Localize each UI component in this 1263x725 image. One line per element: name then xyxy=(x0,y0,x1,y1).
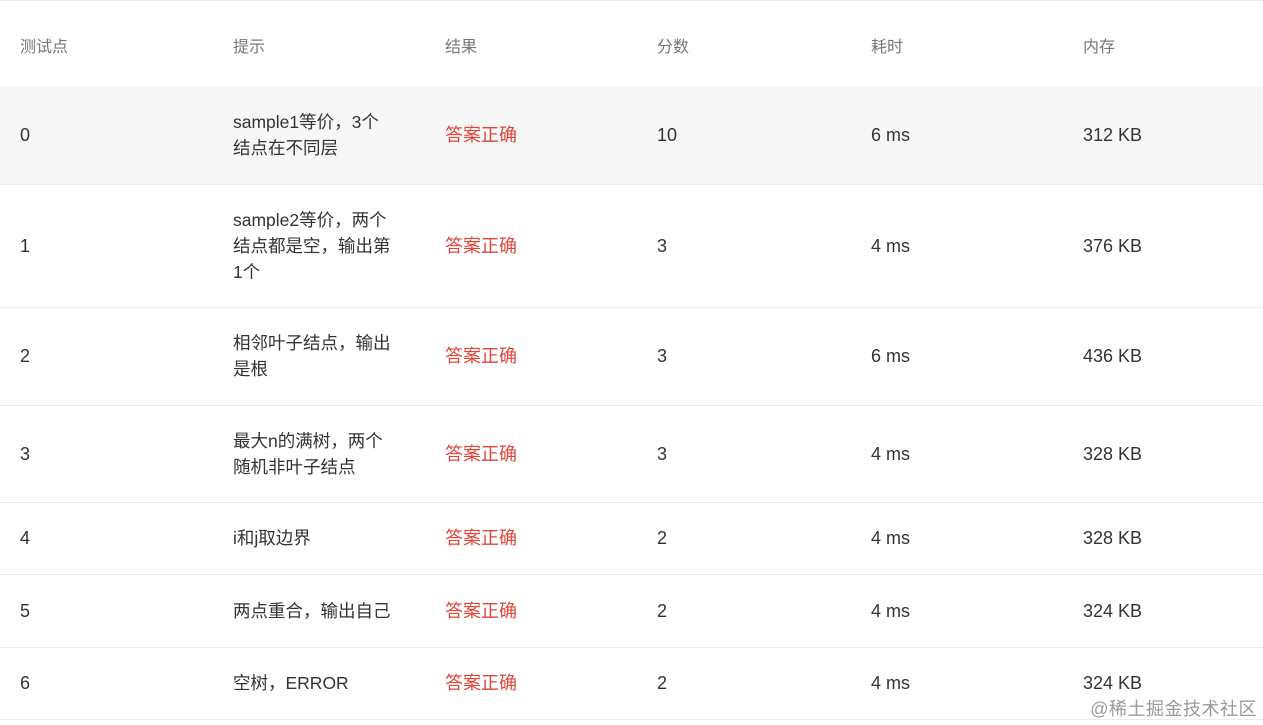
test-time: 6 ms xyxy=(851,86,1063,185)
test-memory: 376 KB xyxy=(1063,184,1263,308)
test-result: 答案正确 xyxy=(425,502,637,575)
test-memory: 312 KB xyxy=(1063,86,1263,185)
table-row: 3 最大n的满树，两个随机非叶子结点 答案正确 3 4 ms 328 KB xyxy=(0,405,1263,503)
header-result: 结果 xyxy=(445,38,478,56)
test-hint: sample1等价，3个结点在不同层 xyxy=(213,86,425,185)
test-result: 答案正确 xyxy=(425,647,637,720)
test-score: 3 xyxy=(637,184,851,308)
watermark: @稀土掘金技术社区 xyxy=(1090,699,1257,719)
test-score: 3 xyxy=(637,307,851,406)
test-time: 6 ms xyxy=(851,307,1063,406)
test-score: 3 xyxy=(637,405,851,503)
table-row: 0 sample1等价，3个结点在不同层 答案正确 10 6 ms 312 KB xyxy=(0,86,1263,185)
test-result: 答案正确 xyxy=(425,184,637,308)
test-memory: 328 KB xyxy=(1063,502,1263,575)
test-time: 4 ms xyxy=(851,574,1063,648)
test-results-table: 测试点 提示 结果 分数 耗时 内存 0 sample1等价，3个结点在不同层 … xyxy=(0,3,1263,720)
test-score: 2 xyxy=(637,647,851,720)
test-point-id: 2 xyxy=(0,307,213,406)
test-point-id: 0 xyxy=(0,86,213,185)
test-memory: 328 KB xyxy=(1063,405,1263,503)
test-point-id: 1 xyxy=(0,184,213,308)
table-row: 6 空树，ERROR 答案正确 2 4 ms 324 KB xyxy=(0,647,1263,720)
test-hint: sample2等价，两个结点都是空，输出第1个 xyxy=(213,184,425,308)
test-result: 答案正确 xyxy=(425,86,637,185)
test-point-id: 3 xyxy=(0,405,213,503)
test-memory: 436 KB xyxy=(1063,307,1263,406)
test-time: 4 ms xyxy=(851,502,1063,575)
test-score: 2 xyxy=(637,502,851,575)
table-row: 4 i和j取边界 答案正确 2 4 ms 328 KB xyxy=(0,502,1263,575)
test-results-page: 测试点 提示 结果 分数 耗时 内存 0 sample1等价，3个结点在不同层 … xyxy=(0,0,1263,725)
test-point-id: 4 xyxy=(0,502,213,575)
test-hint: i和j取边界 xyxy=(213,502,425,575)
header-test-point: 测试点 xyxy=(20,38,69,56)
table-header-row: 测试点 提示 结果 分数 耗时 内存 xyxy=(0,3,1263,86)
header-hint: 提示 xyxy=(233,38,266,56)
header-memory: 内存 xyxy=(1083,38,1116,56)
test-score: 2 xyxy=(637,574,851,648)
test-time: 4 ms xyxy=(851,647,1063,720)
test-result: 答案正确 xyxy=(425,307,637,406)
test-score: 10 xyxy=(637,86,851,185)
test-result: 答案正确 xyxy=(425,574,637,648)
table-row: 2 相邻叶子结点，输出是根 答案正确 3 6 ms 436 KB xyxy=(0,307,1263,406)
table-row: 5 两点重合，输出自己 答案正确 2 4 ms 324 KB xyxy=(0,574,1263,648)
test-time: 4 ms xyxy=(851,184,1063,308)
test-hint: 两点重合，输出自己 xyxy=(213,574,425,648)
table-row: 1 sample2等价，两个结点都是空，输出第1个 答案正确 3 4 ms 37… xyxy=(0,184,1263,308)
test-hint: 最大n的满树，两个随机非叶子结点 xyxy=(213,405,425,503)
header-time: 耗时 xyxy=(871,38,904,56)
test-time: 4 ms xyxy=(851,405,1063,503)
test-point-id: 5 xyxy=(0,574,213,648)
test-result: 答案正确 xyxy=(425,405,637,503)
test-memory: 324 KB xyxy=(1063,574,1263,648)
header-score: 分数 xyxy=(657,38,690,56)
test-hint: 空树，ERROR xyxy=(213,647,425,720)
test-point-id: 6 xyxy=(0,647,213,720)
test-hint: 相邻叶子结点，输出是根 xyxy=(213,307,425,406)
